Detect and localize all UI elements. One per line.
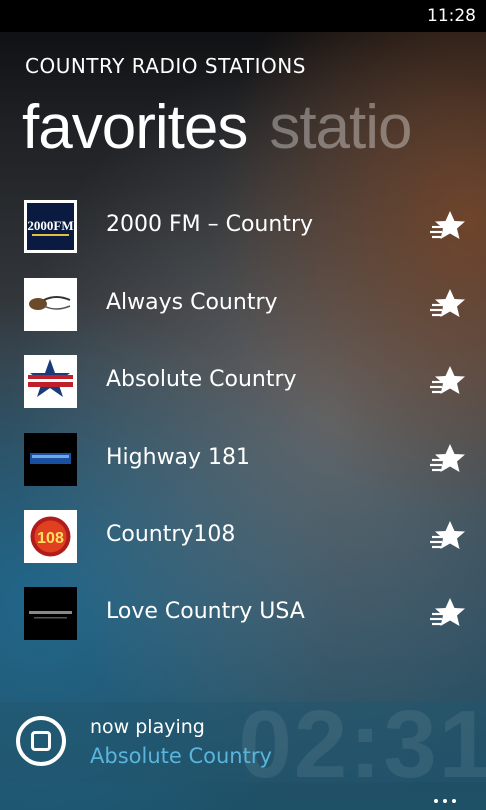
station-logo — [24, 355, 77, 408]
station-name: Highway 181 — [106, 445, 251, 470]
station-logo — [24, 278, 77, 331]
favorite-star-icon[interactable] — [428, 208, 468, 244]
elapsed-time: 02:31 — [238, 691, 486, 798]
status-bar: 11:28 — [0, 0, 486, 32]
tab-stations[interactable]: statio — [269, 88, 412, 168]
ellipsis-icon[interactable] — [434, 788, 468, 803]
station-name: Love Country USA — [106, 599, 305, 624]
list-item[interactable]: 108 Country108 — [0, 508, 486, 568]
logo-text: 2000FM — [27, 218, 73, 233]
status-time: 11:28 — [427, 6, 476, 26]
now-playing-station[interactable]: Absolute Country — [90, 744, 272, 768]
list-item[interactable]: Always Country — [0, 276, 486, 336]
station-logo — [24, 587, 77, 640]
favorite-star-icon[interactable] — [428, 286, 468, 322]
station-logo: 2000FM — [24, 200, 77, 253]
pivot-header: favorites statio — [22, 88, 434, 168]
favorite-star-icon[interactable] — [428, 363, 468, 399]
station-name: 2000 FM – Country — [106, 212, 314, 237]
list-item[interactable]: Love Country USA — [0, 585, 486, 645]
list-item[interactable]: Highway 181 — [0, 431, 486, 491]
station-logo — [24, 433, 77, 486]
station-logo: 108 — [24, 510, 77, 563]
app-screen: 11:28 COUNTRY RADIO STATIONS favorites st… — [0, 0, 486, 810]
station-name: Absolute Country — [106, 367, 297, 392]
stop-square — [31, 731, 51, 751]
tab-favorites[interactable]: favorites — [22, 88, 248, 168]
favorite-star-icon[interactable] — [428, 518, 468, 554]
now-playing-label: now playing — [90, 716, 205, 738]
app-title: COUNTRY RADIO STATIONS — [25, 54, 306, 78]
station-name: Always Country — [106, 290, 278, 315]
logo-text: 108 — [37, 530, 64, 547]
favorite-star-icon[interactable] — [428, 595, 468, 631]
stop-circle-icon[interactable] — [16, 716, 66, 766]
list-item[interactable]: Absolute Country — [0, 353, 486, 413]
station-name: Country108 — [106, 522, 236, 547]
favorite-star-icon[interactable] — [428, 441, 468, 477]
list-item[interactable]: 2000FM 2000 FM – Country — [0, 198, 486, 258]
